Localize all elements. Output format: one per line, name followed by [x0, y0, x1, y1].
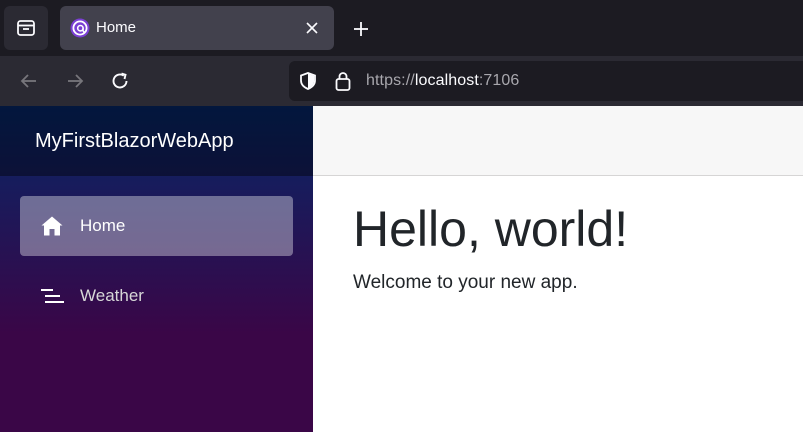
back-button[interactable]	[14, 66, 44, 96]
arrow-left-icon	[20, 74, 36, 88]
new-tab-button[interactable]	[346, 14, 376, 44]
tab-close-button[interactable]	[302, 18, 322, 38]
browser-tab-strip: Home	[0, 0, 803, 56]
url-text[interactable]: https://localhost:7106	[366, 72, 519, 90]
address-bar[interactable]: https://localhost:7106	[289, 61, 803, 101]
sidebar-item-label: Home	[80, 216, 126, 235]
sidebar-item-weather[interactable]: Weather	[20, 266, 293, 326]
blazor-favicon-icon	[70, 18, 90, 38]
tab-title: Home	[96, 19, 137, 36]
close-icon	[306, 22, 318, 34]
sidebar-item-label: Weather	[80, 286, 144, 305]
shield-icon[interactable]	[298, 71, 318, 91]
browser-tab-home[interactable]: Home	[60, 6, 334, 50]
url-scheme: https://	[366, 72, 415, 89]
url-host: localhost	[414, 72, 479, 89]
arrow-right-icon	[68, 74, 84, 88]
app-brand-link[interactable]: MyFirstBlazorWebApp	[35, 130, 234, 153]
tab-overview-button[interactable]	[4, 6, 48, 50]
forward-button[interactable]	[60, 66, 90, 96]
plus-icon	[354, 22, 368, 36]
brand-row: MyFirstBlazorWebApp	[0, 106, 313, 176]
sidebar-item-home[interactable]: Home	[20, 196, 293, 256]
url-port: :7106	[478, 72, 520, 89]
list-icon	[41, 289, 64, 303]
tab-overview-icon	[17, 20, 35, 36]
reload-icon	[112, 72, 128, 89]
lock-icon[interactable]	[333, 70, 353, 92]
page-title: Hello, world!	[353, 201, 629, 257]
top-row	[313, 106, 803, 176]
welcome-text: Welcome to your new app.	[353, 272, 578, 293]
home-icon	[41, 216, 63, 236]
sidebar: MyFirstBlazorWebApp Home Weather	[0, 106, 313, 432]
reload-button[interactable]	[105, 66, 135, 96]
browser-nav-toolbar: https://localhost:7106	[0, 56, 803, 106]
web-page: MyFirstBlazorWebApp Home Weather Hello, …	[0, 106, 803, 432]
